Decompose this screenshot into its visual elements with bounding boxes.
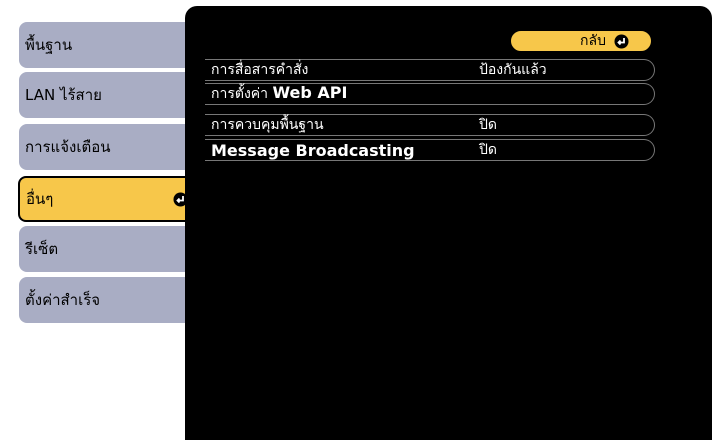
tab-basic[interactable]: พื้นฐาน [19,22,194,68]
setting-value: ป้องกันแล้ว [479,62,547,78]
setting-label: Message Broadcasting [211,140,415,160]
tab-label: พื้นฐาน [25,36,73,54]
tab-setup-complete[interactable]: ตั้งค่าสำเร็จ [19,277,194,323]
tab-wireless-lan[interactable]: LAN ไร้สาย [19,72,194,118]
setting-command-communication[interactable]: การสื่อสารคำสั่ง ป้องกันแล้ว [205,59,655,81]
back-label: กลับ [580,33,606,49]
back-button[interactable]: กลับ [510,30,652,52]
setting-label-prefix: การตั้งค่า [211,86,273,102]
settings-tabs: พื้นฐาน LAN ไร้สาย การแจ้งเตือน อื่นๆ รี… [0,0,200,440]
tab-notification[interactable]: การแจ้งเตือน [19,124,194,170]
setting-label-bold: Web API [272,83,348,102]
setting-label: การสื่อสารคำสั่ง [211,62,309,78]
tab-label: อื่นๆ [26,190,54,208]
tab-reset[interactable]: รีเซ็ต [19,226,194,272]
setting-label: การควบคุมพื้นฐาน [211,117,324,133]
tab-others[interactable]: อื่นๆ [18,176,196,222]
setting-value: ปิด [479,142,497,158]
setting-label: การตั้งค่า Web API [211,83,347,105]
setting-web-api[interactable]: การตั้งค่า Web API [205,83,655,105]
setting-value: ปิด [479,117,497,133]
tab-label: การแจ้งเตือน [25,138,111,156]
enter-arrow-icon [614,34,629,49]
tab-label: LAN ไร้สาย [25,86,102,104]
tab-label: รีเซ็ต [25,240,59,258]
tab-label: ตั้งค่าสำเร็จ [25,291,101,309]
setting-basic-control[interactable]: การควบคุมพื้นฐาน ปิด [205,114,655,136]
setting-message-broadcasting[interactable]: Message Broadcasting ปิด [205,139,655,161]
